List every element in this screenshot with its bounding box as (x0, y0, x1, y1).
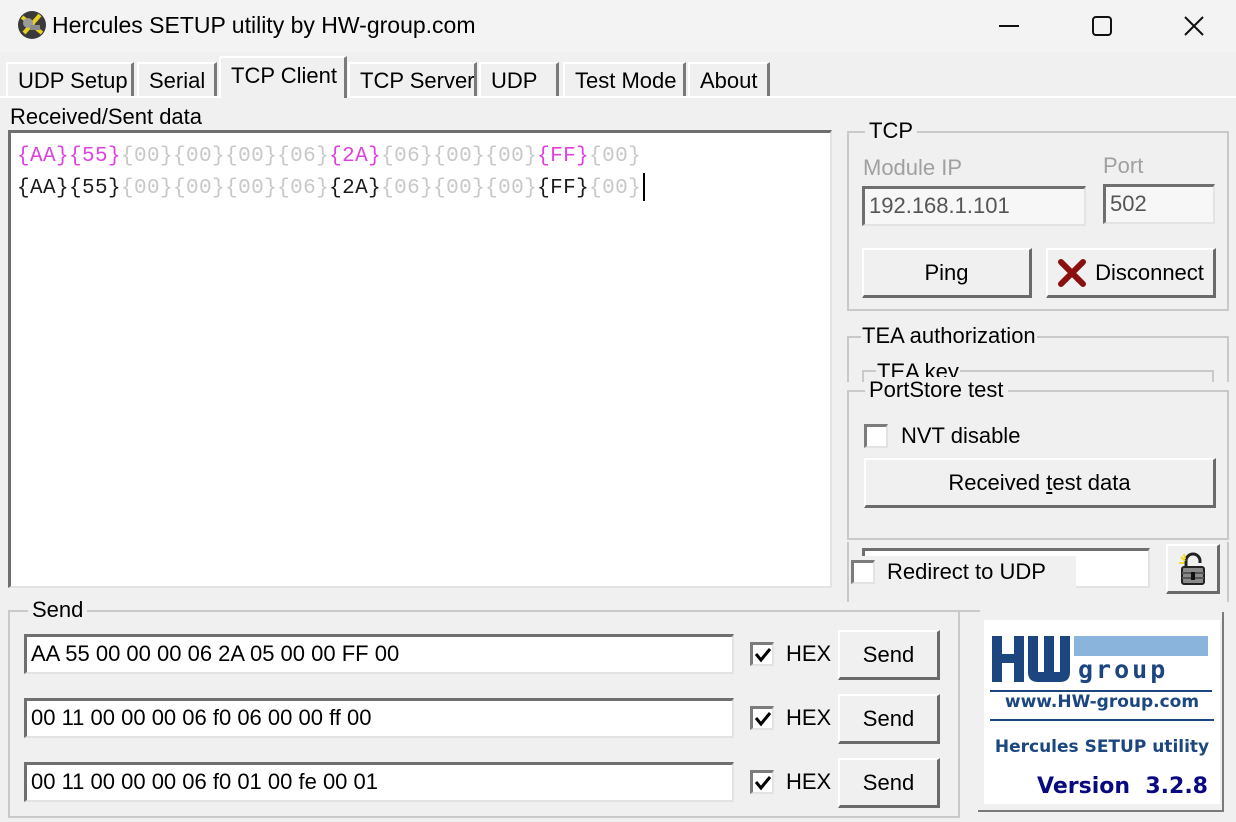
redirect-udp-label: Redirect to UDP (887, 559, 1046, 584)
received-test-data-button[interactable]: Received test data (864, 458, 1216, 508)
hex-byte-token: {AA} (17, 177, 70, 200)
send-button-2[interactable]: Send (838, 694, 940, 744)
sent-data-line: {AA}{55}{00}{00}{00}{06}{2A}{06}{00}{00}… (17, 141, 824, 173)
tab-udp-setup[interactable]: UDP Setup (6, 62, 134, 96)
received-sent-textarea[interactable]: {AA}{55}{00}{00}{00}{06}{2A}{06}{00}{00}… (8, 130, 832, 588)
ping-button[interactable]: Ping (862, 248, 1032, 298)
hex-byte-token: {55} (69, 177, 122, 200)
hex-checkbox-1[interactable] (750, 642, 774, 666)
hex-byte-token: {00} (485, 145, 538, 168)
hex-byte-token: {FF} (537, 177, 590, 200)
hex-byte-token: {2A} (329, 145, 382, 168)
hex-byte-token: {06} (277, 145, 330, 168)
maximize-button[interactable] (1056, 0, 1148, 52)
minimize-icon (999, 25, 1019, 27)
hex-byte-token: {FF} (537, 145, 590, 168)
hex-byte-token: {00} (485, 177, 538, 200)
ping-label: Ping (924, 259, 969, 285)
minimize-button[interactable] (964, 0, 1056, 52)
hex-byte-token: {06} (381, 145, 434, 168)
hex-byte-token: {00} (121, 177, 174, 200)
tab-serial[interactable]: Serial (137, 62, 217, 96)
hex-byte-token: {06} (277, 177, 330, 200)
padlock-icon (1178, 552, 1205, 585)
hex-byte-token: {00} (225, 177, 278, 200)
hex-byte-token: {AA} (17, 145, 70, 168)
tab-about[interactable]: About (688, 62, 770, 96)
checkmark-icon (754, 776, 772, 791)
hex-checkbox-3[interactable] (750, 770, 774, 794)
logo-product-name: Hercules SETUP utility (994, 737, 1210, 757)
close-button[interactable] (1148, 0, 1236, 52)
hex-label-3: HEX (786, 769, 832, 794)
portstore-test-legend: PortStore test (865, 377, 1008, 403)
hex-byte-token: {00} (589, 145, 642, 168)
tea-authorization-legend: TEA authorization (861, 323, 1037, 349)
hex-checkbox-2[interactable] (750, 706, 774, 730)
received-sent-label: Received/Sent data (10, 104, 203, 129)
send-button-label: Send (862, 641, 915, 667)
logo-url: www.HW-group.com (1004, 692, 1200, 712)
disconnect-x-icon (1058, 258, 1087, 287)
hex-byte-token: {55} (69, 145, 122, 168)
tab-tcp-client[interactable]: TCP Client (219, 56, 347, 98)
tab-divider (0, 96, 1236, 98)
send-legend: Send (28, 597, 88, 623)
brand-group-text: group (1078, 655, 1168, 684)
received-data-line: {AA}{55}{00}{00}{00}{06}{2A}{06}{00}{00}… (17, 173, 824, 205)
close-icon (1184, 16, 1204, 36)
hex-byte-token: {06} (381, 177, 434, 200)
lock-button[interactable] (1166, 544, 1220, 594)
hex-byte-token: {00} (121, 145, 174, 168)
send-button-1[interactable]: Send (838, 630, 940, 680)
logo-rule-bottom (990, 719, 1214, 721)
send-input-2[interactable]: 00 11 00 00 00 06 f0 06 00 00 ff 00 (24, 698, 734, 738)
logo-version: Version 3.2.8 (1037, 774, 1208, 799)
hex-byte-token: {2A} (329, 177, 382, 200)
hex-byte-token: {00} (173, 177, 226, 200)
send-button-label: Send (862, 769, 915, 795)
port-label: Port (1103, 153, 1144, 178)
send-group-divider (958, 610, 980, 612)
redirect-udp-checkbox[interactable] (851, 560, 875, 584)
send-input-3[interactable]: 00 11 00 00 00 06 f0 01 00 fe 00 01 (24, 762, 734, 802)
hercules-app-icon (16, 9, 48, 41)
hw-group-logo[interactable]: group www.HW-group.com Hercules SETUP ut… (984, 620, 1220, 804)
hw-group-brand-mark: group (992, 636, 1208, 684)
nvt-disable-label: NVT disable (901, 423, 1021, 448)
nvt-disable-checkbox[interactable] (864, 424, 888, 448)
title-bar: Hercules SETUP utility by HW-group.com (0, 0, 1236, 52)
hex-byte-token: {00} (173, 145, 226, 168)
disconnect-label: Disconnect (1095, 259, 1204, 285)
send-button-3[interactable]: Send (838, 758, 940, 808)
hex-label-1: HEX (786, 641, 832, 666)
maximize-icon (1092, 16, 1112, 36)
hex-byte-token: {00} (433, 177, 486, 200)
hex-byte-token: {00} (589, 177, 642, 200)
tab-test-mode[interactable]: Test Mode (563, 62, 686, 96)
send-button-label: Send (862, 705, 915, 731)
hex-byte-token: {00} (225, 145, 278, 168)
hex-byte-token: {00} (433, 145, 486, 168)
tcp-legend: TCP (865, 118, 917, 144)
tab-udp[interactable]: UDP (479, 62, 559, 96)
text-caret (643, 173, 646, 202)
port-input[interactable]: 502 (1103, 184, 1215, 224)
tab-tcp-server[interactable]: TCP Server (348, 62, 477, 96)
send-input-1[interactable]: AA 55 00 00 00 06 2A 05 00 00 FF 00 (24, 634, 734, 674)
received-test-data-label: Received test data (948, 469, 1131, 495)
window-title: Hercules SETUP utility by HW-group.com (52, 12, 476, 38)
hex-label-2: HEX (786, 705, 832, 730)
tab-bar: UDP Setup Serial TCP Client TCP Server U… (0, 56, 1236, 98)
module-ip-input[interactable]: 192.168.1.101 (862, 186, 1086, 226)
module-ip-label: Module IP (863, 155, 963, 180)
disconnect-button[interactable]: Disconnect (1046, 248, 1216, 298)
checkmark-icon (754, 648, 772, 663)
checkmark-icon (754, 712, 772, 727)
